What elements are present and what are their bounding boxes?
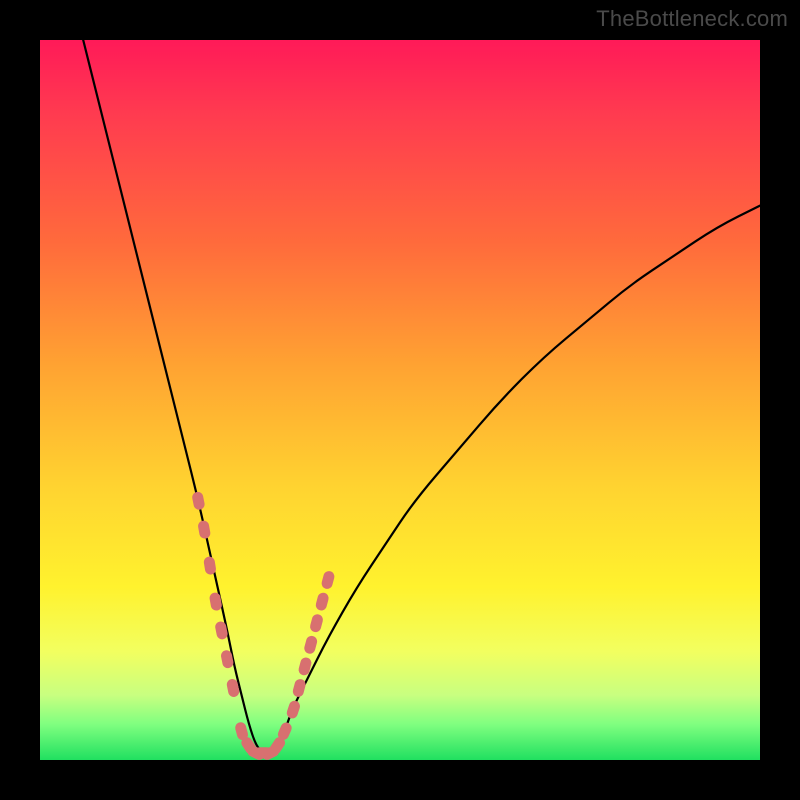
valley-marker — [191, 491, 205, 511]
valley-marker — [203, 556, 217, 576]
valley-marker — [197, 520, 211, 540]
valley-marker — [209, 592, 223, 612]
curve-svg — [40, 40, 760, 760]
valley-marker — [315, 591, 330, 611]
valley-marker — [285, 699, 301, 720]
bottleneck-curve — [83, 40, 760, 753]
valley-marker — [303, 635, 318, 655]
valley-marker — [292, 678, 307, 698]
valley-marker — [320, 570, 335, 590]
chart-frame: TheBottleneck.com — [0, 0, 800, 800]
plot-area — [40, 40, 760, 760]
valley-marker — [309, 613, 324, 633]
watermark-text: TheBottleneck.com — [596, 6, 788, 32]
valley-markers — [191, 491, 335, 760]
